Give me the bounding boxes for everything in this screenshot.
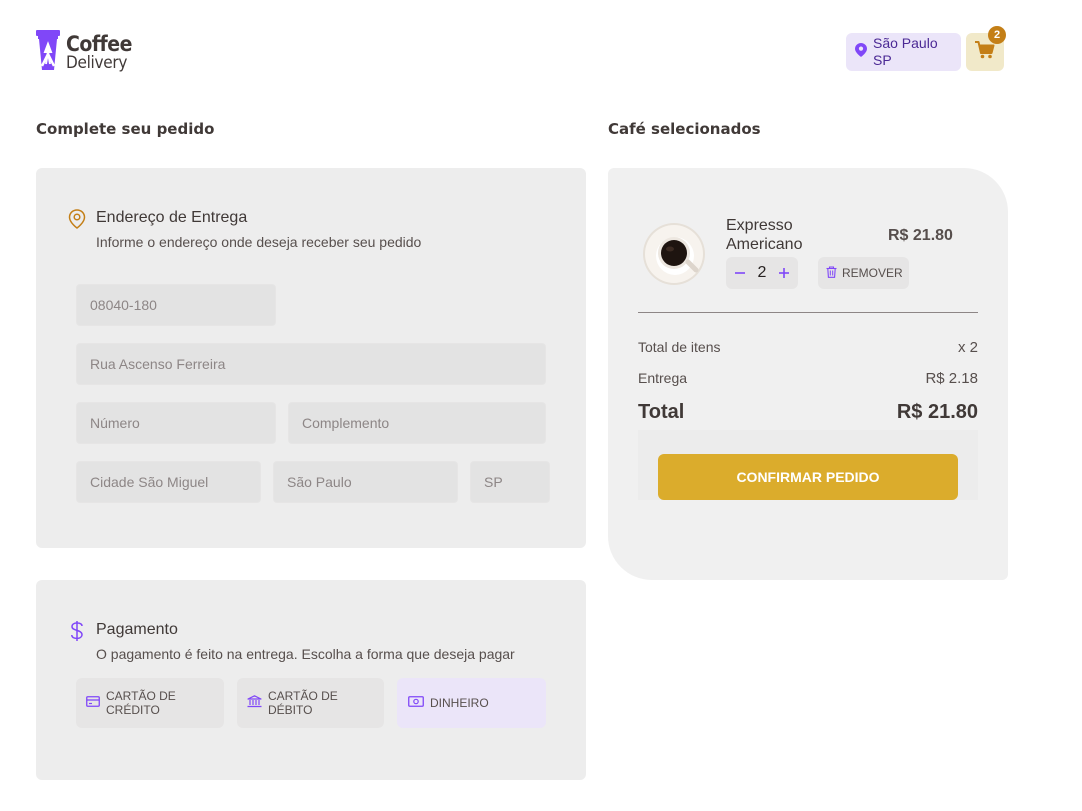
payment-subtitle: O pagamento é feito na entrega. Escolha … <box>96 646 515 662</box>
delivery-label: Entrega <box>638 370 688 386</box>
total-items-value: x 2 <box>957 339 978 356</box>
total-value: R$ 21.80 <box>896 401 978 423</box>
item-price: R$ 21.80 <box>888 227 953 244</box>
cart-button[interactable]: 2 <box>966 26 1006 71</box>
remove-label: REMOVER <box>842 266 903 280</box>
map-pin-outline-icon <box>68 209 86 252</box>
address-card: Endereço de Entrega Informe o endereço o… <box>36 168 586 548</box>
location-city: São Paulo <box>873 35 938 51</box>
neighborhood-field[interactable]: Cidade São Miguel <box>76 461 261 503</box>
logo-title: Coffee <box>66 31 132 56</box>
bank-icon <box>247 695 262 711</box>
payment-option-label: CARTÃO DE CRÉDITO <box>106 689 176 717</box>
dollar-icon <box>68 620 86 664</box>
address-subtitle: Informe o endereço onde deseja receber s… <box>96 234 422 250</box>
minus-icon[interactable] <box>734 263 746 283</box>
street-field[interactable]: Rua Ascenso Ferreira <box>76 343 546 385</box>
payment-title: Pagamento <box>96 621 178 638</box>
logo[interactable]: Coffee Delivery <box>36 30 132 75</box>
payment-option-money[interactable]: DINHEIRO <box>397 678 546 728</box>
coffee-cup-image <box>642 222 706 286</box>
plus-icon[interactable] <box>778 263 790 283</box>
payment-option-debit[interactable]: CARTÃO DE DÉBITO <box>237 678 384 728</box>
shopping-cart-icon <box>975 40 995 64</box>
location-state: SP <box>873 52 892 68</box>
money-icon <box>408 696 424 710</box>
total-items-label: Total de itens <box>638 339 721 355</box>
credit-card-icon <box>86 696 100 710</box>
logo-subtitle: Delivery <box>66 52 128 73</box>
payment-card: Pagamento O pagamento é feito na entrega… <box>36 580 586 780</box>
complement-field[interactable]: Complemento <box>288 402 546 444</box>
cart-count-badge: 2 <box>988 26 1006 44</box>
quantity-value: 2 <box>757 264 767 281</box>
total-row: Total R$ 21.80 <box>638 401 978 424</box>
cep-field[interactable]: 08040-180 <box>76 284 276 326</box>
summary-title: Café selecionados <box>608 120 761 138</box>
delivery-row: Entrega R$ 2.18 <box>638 370 978 387</box>
payment-option-label: DINHEIRO <box>430 696 489 710</box>
confirm-container: CONFIRMAR PEDIDO <box>638 430 978 500</box>
divider <box>638 312 978 313</box>
total-items-row: Total de itens x 2 <box>638 339 978 356</box>
quantity-stepper[interactable]: 2 <box>726 257 798 289</box>
item-name: Expresso Americano <box>726 217 803 253</box>
city-field[interactable]: São Paulo <box>273 461 458 503</box>
address-title: Endereço de Entrega <box>96 209 248 226</box>
checkout-title: Complete seu pedido <box>36 120 215 138</box>
trash-icon <box>826 265 837 281</box>
total-label: Total <box>638 401 685 423</box>
confirm-order-button[interactable]: CONFIRMAR PEDIDO <box>658 454 958 500</box>
state-field[interactable]: SP <box>470 461 550 503</box>
payment-option-credit[interactable]: CARTÃO DE CRÉDITO <box>76 678 224 728</box>
payment-option-label: CARTÃO DE DÉBITO <box>268 689 338 717</box>
number-field[interactable]: Número <box>76 402 276 444</box>
location-badge[interactable]: São Paulo SP <box>846 33 961 71</box>
remove-button[interactable]: REMOVER <box>818 257 909 289</box>
delivery-value: R$ 2.18 <box>925 370 978 387</box>
map-pin-icon <box>855 42 867 62</box>
order-summary-card: Expresso Americano R$ 21.80 2 REMOVER To… <box>608 168 1008 580</box>
cup-icon <box>36 30 60 75</box>
